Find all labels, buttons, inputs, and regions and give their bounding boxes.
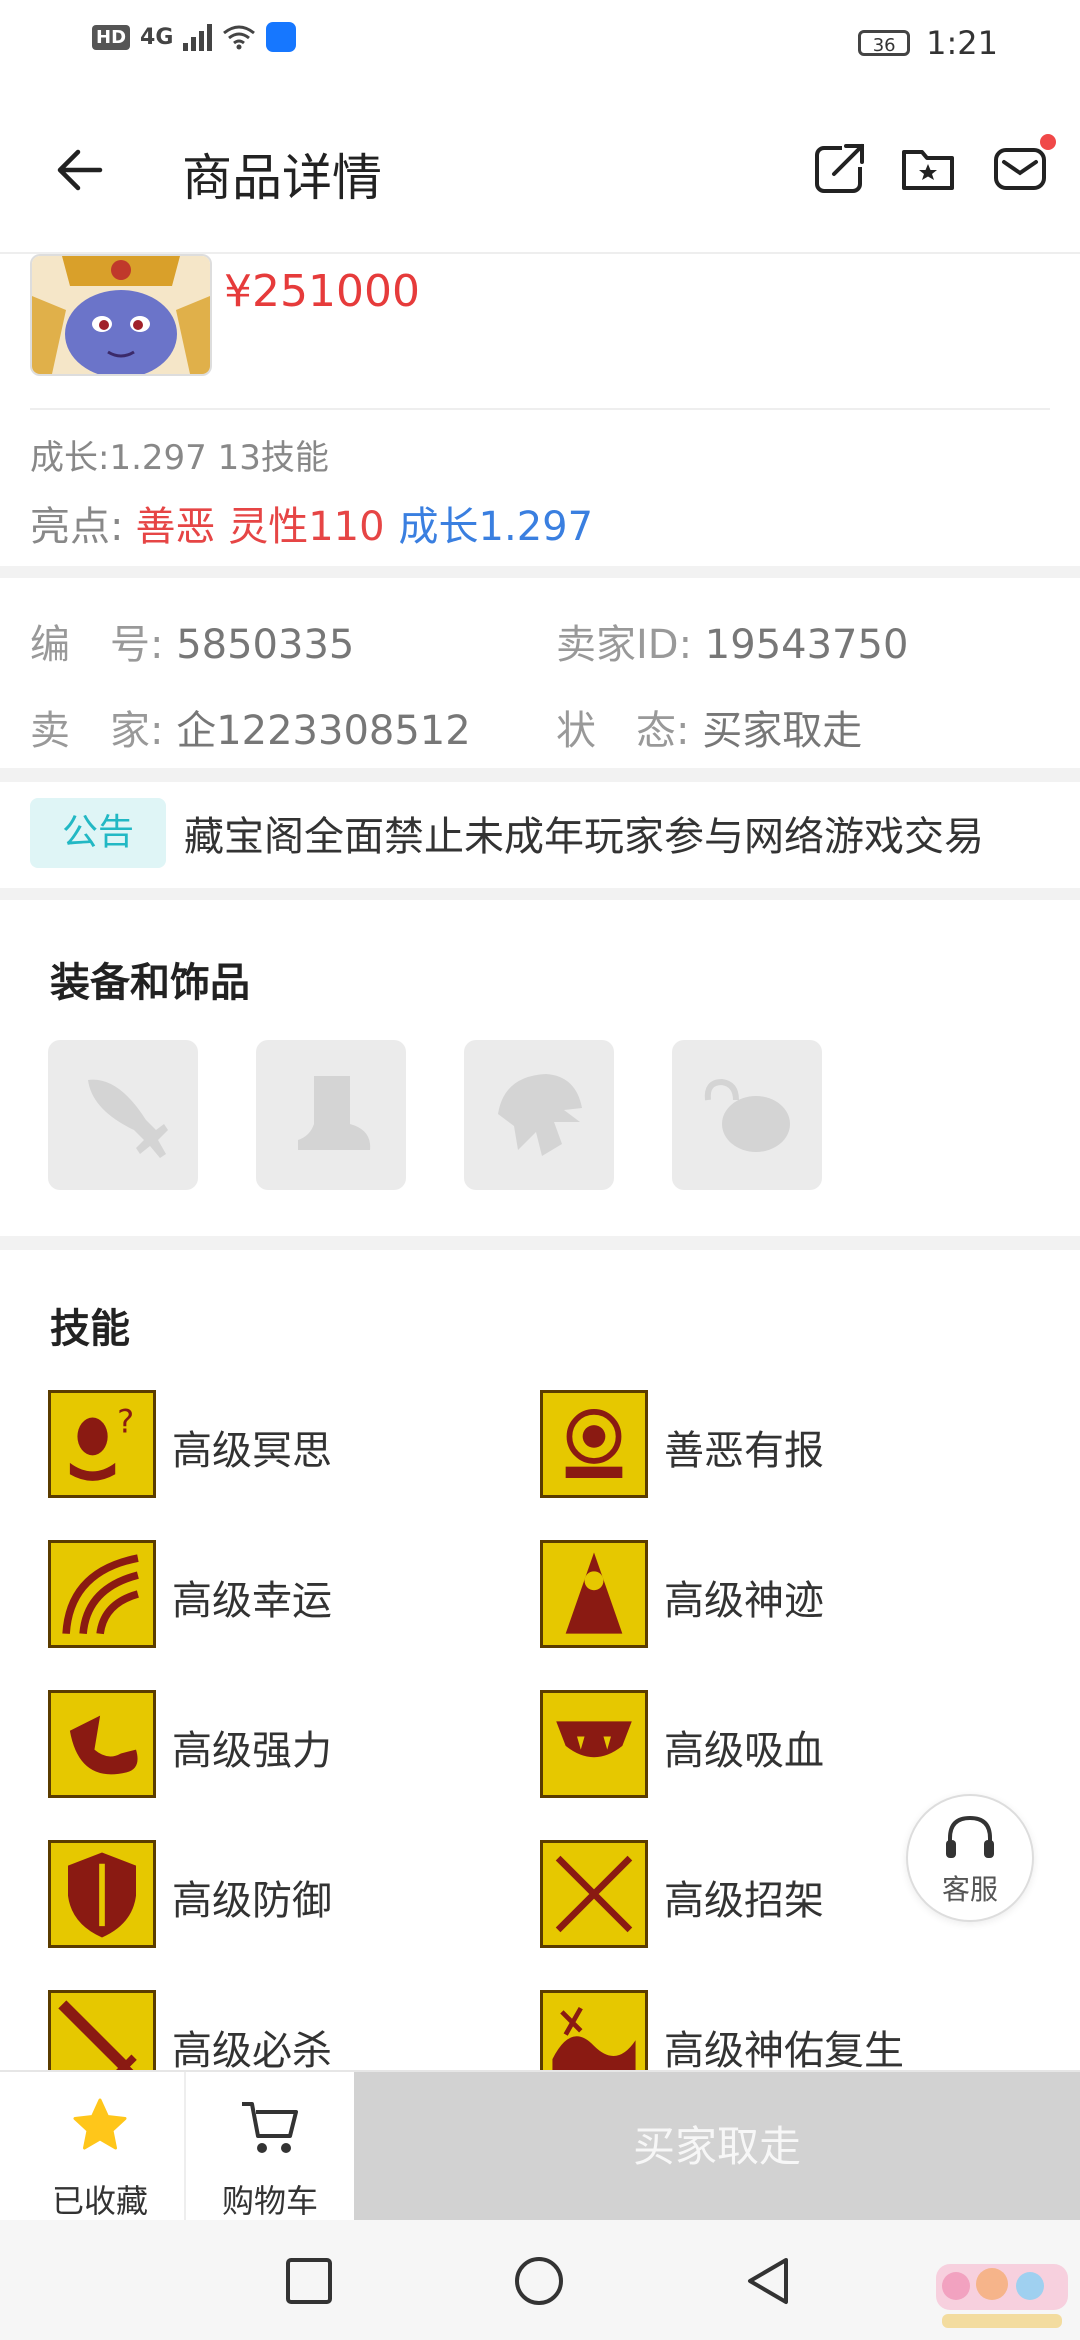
customer-service-button[interactable]: 客服 (906, 1794, 1034, 1922)
skill-name: 高级防御 (172, 1878, 332, 1924)
favorite-button[interactable]: 已收藏 (10, 2072, 190, 2222)
highlight-red-tags: 善恶 灵性110 (135, 504, 385, 550)
skill-name: 高级强力 (172, 1728, 332, 1774)
battery-icon: 36 (858, 30, 911, 56)
signal-icon (183, 23, 213, 51)
network-type: 4G (140, 24, 174, 50)
favorites-folder-icon[interactable] (900, 140, 956, 196)
watermark-logo (936, 2264, 1068, 2328)
home-icon[interactable] (512, 2254, 566, 2308)
top-header: 商品详情 (0, 90, 1080, 254)
system-navigation-bar (0, 2220, 1080, 2340)
hd-badge: HD (92, 24, 131, 50)
section-gap (0, 768, 1080, 782)
highlights: 亮点: 善恶 灵性110 成长1.297 (30, 494, 593, 552)
skills-section: 技能 ? 高级冥思 善恶有报 高级幸运 高级神迹 高级强力 高级吸血 高级防御 … (0, 1250, 1080, 2098)
notice-text: 藏宝阁全面禁止未成年玩家参与网络游戏交易 (184, 814, 984, 860)
karma-icon (540, 1390, 648, 1498)
shield-icon (48, 1840, 156, 1948)
amulet-icon (704, 1078, 790, 1152)
wifi-icon (223, 25, 256, 50)
skill-name: 高级吸血 (664, 1728, 824, 1774)
unread-dot (1040, 134, 1056, 150)
equipment-slot-weapon[interactable] (48, 1040, 198, 1190)
status-label: 状 态: (556, 708, 690, 754)
highlight-blue-tag: 成长1.297 (398, 504, 594, 550)
cart-icon (242, 2102, 298, 2153)
vampire-icon (540, 1690, 648, 1798)
boot-icon (298, 1076, 371, 1150)
bulb-icon (266, 22, 297, 52)
page-title: 商品详情 (182, 149, 382, 207)
equipment-slot-helmet[interactable] (464, 1040, 614, 1190)
skill-name: 高级神佑复生 (664, 2028, 904, 2074)
section-gap (0, 566, 1080, 578)
meditation-icon: ? (48, 1390, 156, 1498)
strength-icon (48, 1690, 156, 1798)
back-arrow-icon[interactable] (52, 140, 112, 200)
weapon-icon (88, 1079, 168, 1158)
section-gap (0, 888, 1080, 900)
product-summary: ¥251000 成长:1.297 13技能 亮点: 善恶 灵性110 成长1.297 (0, 254, 1080, 566)
skill-name: 高级冥思 (172, 1428, 332, 1474)
cart-button[interactable]: 购物车 (180, 2072, 360, 2222)
section-gap (0, 1236, 1080, 1250)
notice-bar[interactable]: 公告 藏宝阁全面禁止未成年玩家参与网络游戏交易 (0, 782, 1080, 888)
seller-label: 卖 家: (30, 708, 164, 754)
share-icon[interactable] (812, 140, 868, 196)
seller-id-label: 卖家ID: (556, 622, 693, 668)
bottom-action-bar: 已收藏 购物车 买家取走 (0, 2070, 1080, 2222)
item-id-value: 5850335 (176, 622, 355, 668)
svg-text:?: ? (117, 1403, 134, 1441)
skills-title: 技能 (50, 1306, 130, 1352)
star-icon (73, 2098, 127, 2150)
equipment-section: 装备和饰品 (0, 900, 1080, 1236)
skill-name: 高级幸运 (172, 1578, 332, 1624)
status-value: 买家取走 (702, 708, 863, 754)
helmet-icon (498, 1074, 582, 1156)
recents-icon[interactable] (282, 2254, 336, 2308)
item-id: 编 号: 5850335 (30, 612, 354, 670)
buy-button[interactable]: 买家取走 (354, 2072, 1080, 2222)
highlight-label: 亮点: (30, 504, 124, 550)
back-nav-icon[interactable] (742, 2254, 796, 2308)
seller-value: 企1223308512 (176, 708, 471, 754)
price: ¥251000 (224, 266, 420, 317)
skill-name: 高级必杀 (172, 2028, 332, 2074)
luck-icon (48, 1540, 156, 1648)
notice-tag: 公告 (30, 798, 166, 868)
favorite-label: 已收藏 (51, 2182, 148, 2220)
equipment-slot-boot[interactable] (256, 1040, 406, 1190)
skill-name: 高级神迹 (664, 1578, 824, 1624)
miracle-icon (540, 1540, 648, 1648)
seller-id-value: 19543750 (704, 622, 909, 668)
cart-label: 购物车 (221, 2182, 318, 2220)
status-right: 36 1:21 (858, 24, 998, 62)
trade-info: 编 号: 5850335 卖家ID: 19543750 卖 家: 企122330… (0, 578, 1080, 768)
item-id-label: 编 号: (30, 622, 164, 668)
equipment-title: 装备和饰品 (50, 960, 250, 1006)
trade-status: 状 态: 买家取走 (556, 698, 862, 756)
customer-service-label: 客服 (941, 1873, 998, 1906)
pet-avatar (30, 254, 212, 376)
divider (30, 408, 1050, 410)
equipment-slot-amulet[interactable] (672, 1040, 822, 1190)
status-left: HD 4G (92, 22, 297, 52)
skill-name: 高级招架 (664, 1878, 824, 1924)
skill-name: 善恶有报 (664, 1428, 824, 1474)
seller: 卖 家: 企1223308512 (30, 698, 471, 756)
message-icon[interactable] (992, 140, 1048, 196)
headset-icon (946, 1815, 994, 1858)
status-bar: HD 4G 36 1:21 (0, 0, 1080, 90)
seller-id: 卖家ID: 19543750 (556, 612, 908, 670)
clock: 1:21 (926, 24, 998, 62)
parry-icon (540, 1840, 648, 1948)
growth-summary: 成长:1.297 13技能 (30, 438, 329, 478)
